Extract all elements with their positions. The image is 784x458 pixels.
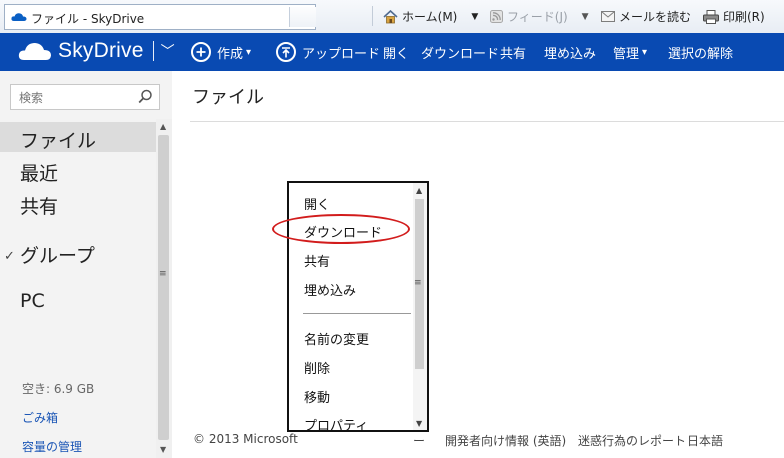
- sidebar-scrollbar[interactable]: ▲ ≡ ▼: [156, 119, 172, 458]
- feeds-button[interactable]: フィード(J) ▼: [490, 8, 589, 25]
- browser-toolbar: ファイル - SkyDrive ホーム(M) ▼ フィード(J) ▼ メールを読…: [0, 0, 784, 34]
- rss-feed-icon: [490, 10, 503, 23]
- search-box: [10, 84, 160, 110]
- sidebar-item-recent[interactable]: 最近: [20, 159, 58, 186]
- download-button[interactable]: ダウンロード: [421, 33, 499, 71]
- manage-label: 管理: [613, 46, 640, 62]
- tab-title: ファイル - SkyDrive: [31, 12, 145, 26]
- manage-storage-link[interactable]: 容量の管理: [22, 438, 82, 455]
- scroll-down-icon[interactable]: ▼: [160, 445, 166, 454]
- brand-chevron-down-icon[interactable]: ﹀: [161, 41, 175, 61]
- upload-arrow-icon: [276, 42, 296, 62]
- menu-scroll-down-icon[interactable]: ▼: [416, 419, 422, 428]
- share-button[interactable]: 共有: [500, 33, 526, 71]
- browser-tab[interactable]: ファイル - SkyDrive: [4, 4, 316, 30]
- download-highlight-ellipse: [272, 214, 410, 244]
- feeds-label: フィード(J): [507, 10, 568, 24]
- brand-name: SkyDrive: [58, 39, 144, 62]
- sidebar-item-pc[interactable]: PC: [20, 290, 45, 312]
- menu-item-share[interactable]: 共有: [304, 251, 330, 270]
- footer-copyright: © 2013 Microsoft: [193, 432, 298, 446]
- menu-scrollbar[interactable]: ▲ ≡ ▼: [413, 183, 427, 430]
- read-mail-button[interactable]: メールを読む: [601, 8, 691, 25]
- sidebar: ファイル 最近 共有 ✓ グループ PC 空き: 6.9 GB ごみ箱 容量の管…: [0, 71, 172, 458]
- menu-item-open[interactable]: 開く: [304, 194, 330, 213]
- home-label: ホーム(M): [402, 10, 458, 24]
- open-button[interactable]: 開く: [383, 33, 409, 71]
- sidebar-item-groups[interactable]: グループ: [20, 241, 95, 268]
- deselect-label: 選択の解除: [668, 46, 734, 62]
- plus-circle-icon: [191, 42, 211, 62]
- skydrive-header: SkyDrive ﹀ 作成 ▾ アップロード 開く ダウンロード 共有 埋め込み…: [0, 33, 784, 71]
- home-icon: [383, 9, 398, 23]
- home-button[interactable]: ホーム(M) ▼: [383, 8, 478, 25]
- menu-scroll-up-icon[interactable]: ▲: [416, 186, 422, 195]
- skydrive-brand[interactable]: SkyDrive ﹀: [18, 39, 175, 63]
- new-tab-button[interactable]: [289, 7, 316, 27]
- menu-item-rename[interactable]: 名前の変更: [304, 329, 369, 348]
- scroll-up-icon[interactable]: ▲: [160, 122, 166, 131]
- skydrive-cloud-icon: [11, 13, 27, 21]
- print-button[interactable]: 印刷(R): [703, 8, 765, 25]
- menu-divider: [303, 313, 411, 314]
- brand-divider: [152, 41, 154, 61]
- manage-button[interactable]: 管理 ▾: [613, 33, 647, 71]
- share-label: 共有: [500, 46, 527, 62]
- page-title: ファイル: [192, 87, 264, 108]
- toolbar-divider: [372, 6, 373, 26]
- search-icon[interactable]: [138, 89, 153, 104]
- open-label: 開く: [383, 46, 410, 62]
- embed-button[interactable]: 埋め込み: [544, 33, 596, 71]
- embed-label: 埋め込み: [544, 46, 597, 62]
- create-chevron-down-icon: ▾: [246, 46, 252, 58]
- search-input[interactable]: [17, 88, 131, 108]
- sidebar-scroll-thumb[interactable]: [158, 135, 169, 440]
- recycle-bin-link[interactable]: ごみ箱: [22, 409, 58, 426]
- skydrive-cloud-logo-icon: [18, 43, 51, 60]
- download-label: ダウンロード: [421, 46, 500, 62]
- menu-item-delete[interactable]: 削除: [304, 358, 330, 377]
- upload-button[interactable]: アップロード: [276, 33, 380, 71]
- feeds-dropdown-icon[interactable]: ▼: [582, 12, 589, 22]
- print-label: 印刷(R): [723, 10, 765, 24]
- menu-item-move[interactable]: 移動: [304, 387, 330, 406]
- home-dropdown-icon[interactable]: ▼: [471, 12, 478, 22]
- menu-scroll-grip-icon: ≡: [414, 278, 422, 288]
- printer-icon: [703, 9, 719, 24]
- sidebar-item-files[interactable]: ファイル: [20, 126, 96, 153]
- upload-label: アップロード: [302, 46, 381, 62]
- mail-icon: [601, 11, 615, 22]
- create-label: 作成: [217, 46, 244, 62]
- footer-report-abuse-link[interactable]: 迷惑行為のレポート: [578, 432, 686, 449]
- footer-developers-link[interactable]: 開発者向け情報 (英語): [445, 432, 566, 449]
- create-button[interactable]: 作成 ▾: [191, 33, 251, 71]
- menu-item-properties[interactable]: プロパティ: [304, 415, 368, 434]
- manage-chevron-down-icon: ▾: [642, 46, 648, 58]
- storage-free-text: 空き: 6.9 GB: [22, 382, 95, 396]
- title-divider: [190, 121, 784, 122]
- read-mail-label: メールを読む: [619, 10, 692, 24]
- groups-chevron-down-icon[interactable]: ✓: [4, 249, 15, 264]
- footer-dash: ー: [413, 434, 426, 448]
- scroll-grip-icon: ≡: [159, 269, 167, 279]
- deselect-button[interactable]: 選択の解除: [668, 33, 733, 71]
- footer-language-link[interactable]: 日本語: [687, 432, 723, 449]
- menu-item-embed[interactable]: 埋め込み: [304, 280, 356, 299]
- sidebar-item-shared[interactable]: 共有: [20, 192, 58, 219]
